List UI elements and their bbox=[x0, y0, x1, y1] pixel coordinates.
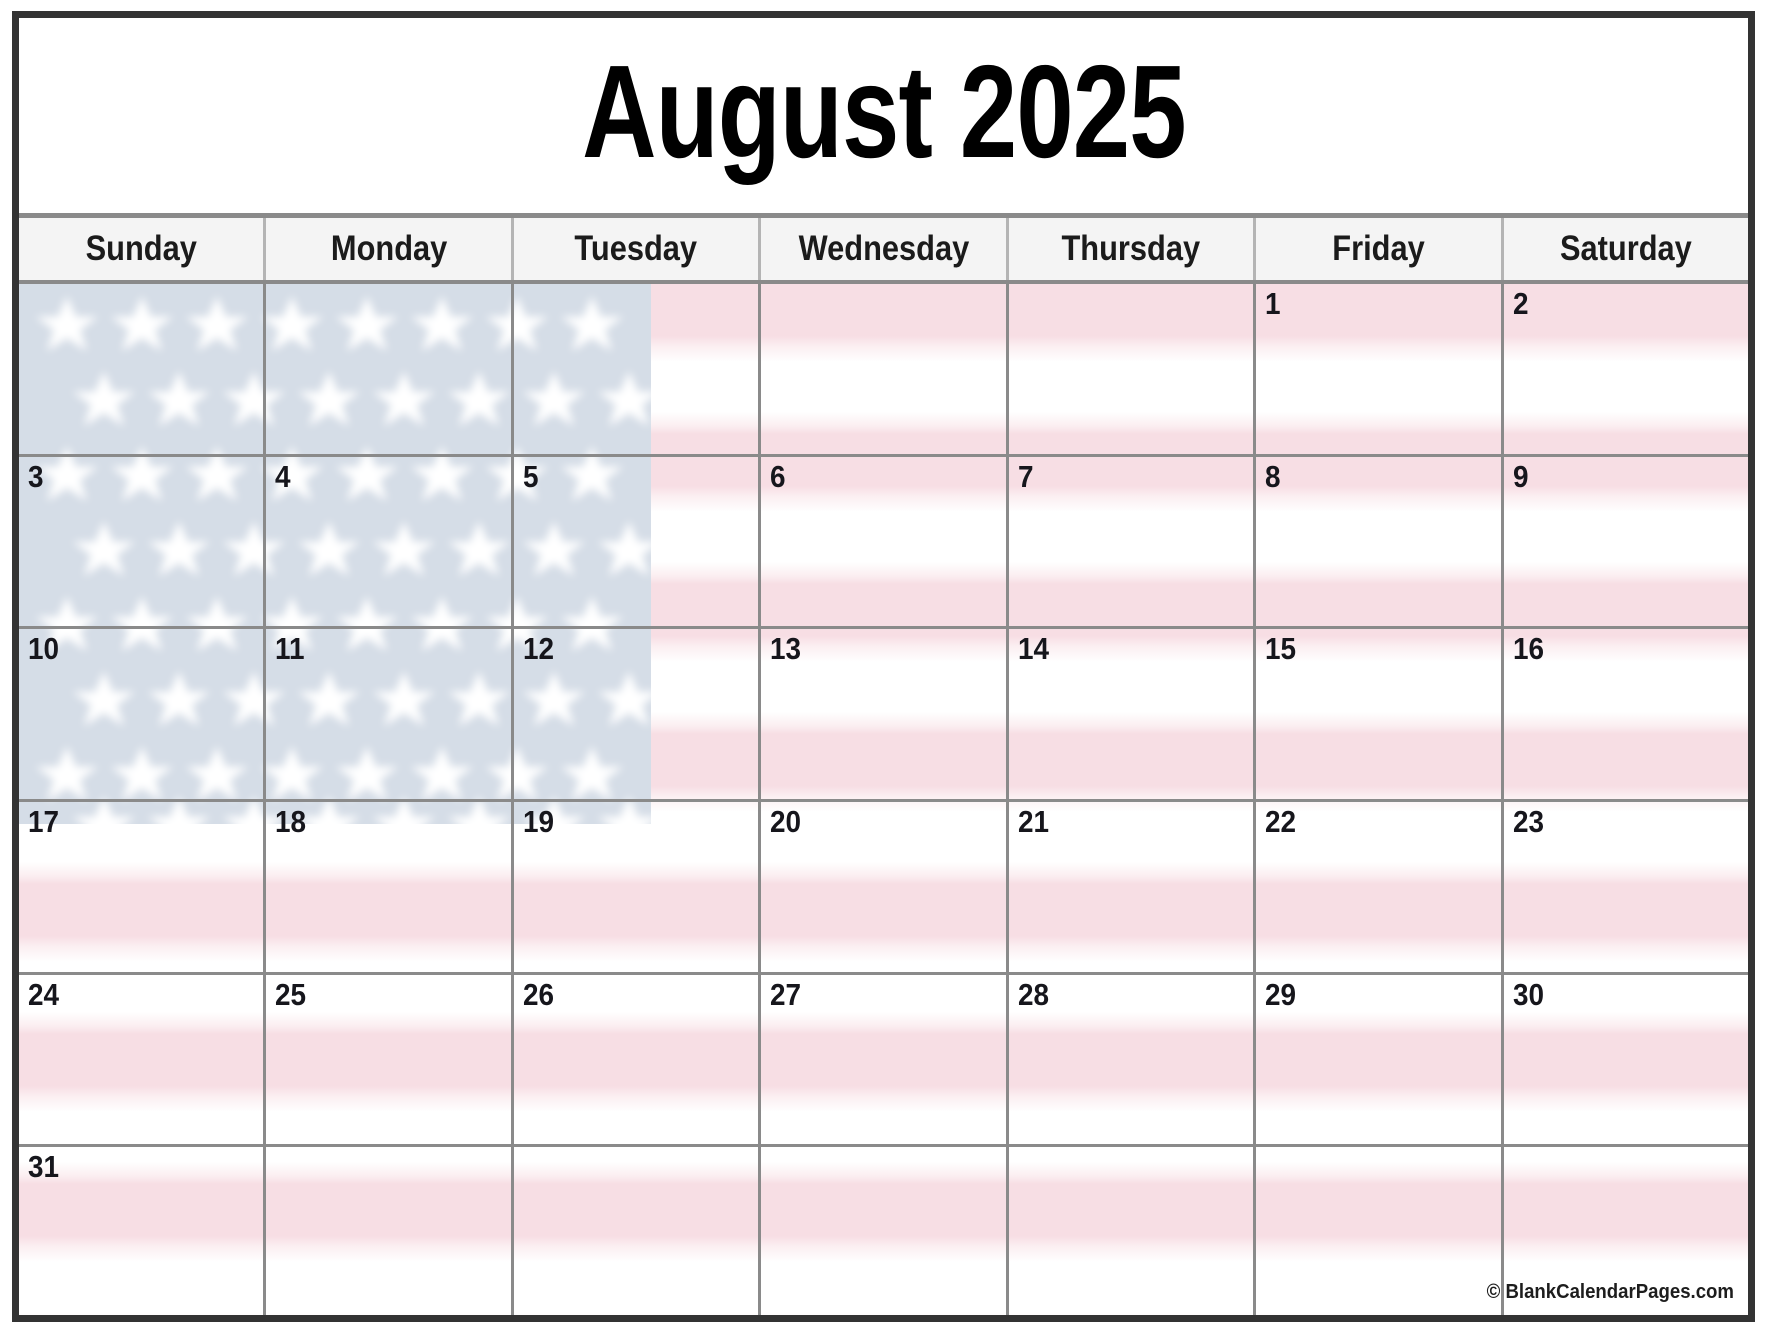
day-cell[interactable]: 24 bbox=[19, 974, 267, 1145]
day-number: 21 bbox=[1017, 804, 1049, 840]
day-number: 23 bbox=[1512, 804, 1544, 840]
day-number: 8 bbox=[1265, 458, 1281, 494]
day-number: 16 bbox=[1512, 631, 1544, 667]
weekday-label: Monday bbox=[330, 229, 447, 268]
day-cell[interactable]: 15 bbox=[1256, 629, 1504, 800]
day-cell[interactable]: 2 bbox=[1504, 284, 1748, 454]
day-cell[interactable] bbox=[514, 284, 762, 454]
day-cell[interactable]: 1 bbox=[1256, 284, 1504, 454]
day-cell[interactable]: 26 bbox=[514, 974, 762, 1145]
day-cell[interactable]: 20 bbox=[761, 802, 1009, 972]
day-cell[interactable] bbox=[1009, 284, 1257, 454]
day-cell[interactable] bbox=[761, 284, 1009, 454]
day-cell[interactable]: 8 bbox=[1256, 456, 1504, 627]
day-number: 3 bbox=[28, 458, 44, 494]
week-row: 3 4 5 6 7 8 9 bbox=[19, 456, 1748, 630]
week-row: 10 11 12 13 14 15 16 bbox=[19, 629, 1748, 803]
weekday-label: Friday bbox=[1332, 229, 1425, 268]
day-cell[interactable]: 6 bbox=[761, 456, 1009, 627]
day-number: 6 bbox=[770, 458, 786, 494]
day-cell[interactable]: 25 bbox=[266, 974, 514, 1145]
day-number: 2 bbox=[1512, 286, 1529, 321]
day-cell[interactable]: 12 bbox=[514, 629, 762, 800]
day-cell[interactable]: 21 bbox=[1009, 802, 1257, 972]
day-cell[interactable]: 18 bbox=[266, 802, 514, 972]
day-cell[interactable] bbox=[19, 284, 267, 454]
day-cell[interactable]: 29 bbox=[1256, 974, 1504, 1145]
page-title: August 2025 bbox=[581, 37, 1186, 185]
day-cell[interactable]: 22 bbox=[1256, 802, 1504, 972]
day-cell[interactable]: 10 bbox=[19, 629, 267, 800]
weekday-header-sunday: Sunday bbox=[19, 218, 267, 280]
weekday-header-wednesday: Wednesday bbox=[761, 218, 1009, 280]
day-number: 1 bbox=[1265, 286, 1281, 321]
day-number: 13 bbox=[770, 631, 802, 667]
day-cell[interactable]: 7 bbox=[1009, 456, 1257, 627]
day-number: 24 bbox=[28, 976, 60, 1012]
day-cell[interactable] bbox=[266, 1147, 514, 1315]
calendar-grid: 1 2 3 4 5 6 7 8 9 10 11 12 13 14 15 16 1… bbox=[19, 284, 1748, 1315]
weekday-label: Wednesday bbox=[798, 229, 969, 268]
calendar-frame: August 2025 Sunday Monday Tuesday Wednes… bbox=[12, 11, 1755, 1322]
day-cell[interactable]: 28 bbox=[1009, 974, 1257, 1145]
day-cell[interactable] bbox=[1256, 1147, 1504, 1315]
day-number: 7 bbox=[1017, 458, 1034, 494]
day-cell[interactable]: 3 bbox=[19, 456, 267, 627]
weekday-header-thursday: Thursday bbox=[1008, 218, 1257, 280]
weekday-header-friday: Friday bbox=[1256, 218, 1504, 280]
day-cell[interactable]: 14 bbox=[1009, 629, 1257, 800]
weekday-label: Thursday bbox=[1061, 229, 1201, 268]
day-number: 30 bbox=[1512, 976, 1544, 1012]
weekday-header-monday: Monday bbox=[266, 218, 514, 280]
day-number: 22 bbox=[1265, 804, 1297, 840]
weekday-label: Sunday bbox=[85, 229, 197, 268]
day-cell[interactable]: 13 bbox=[761, 629, 1009, 800]
week-rows: 1 2 3 4 5 6 7 8 9 10 11 12 13 14 15 16 1… bbox=[19, 284, 1748, 1315]
weekday-header-tuesday: Tuesday bbox=[513, 218, 762, 280]
day-number: 19 bbox=[522, 804, 554, 840]
day-cell[interactable]: 30 bbox=[1504, 975, 1748, 1145]
day-number: 11 bbox=[275, 631, 305, 667]
week-row: 17 18 19 20 21 22 23 bbox=[19, 802, 1748, 975]
day-number: 10 bbox=[28, 631, 60, 667]
day-cell[interactable]: 27 bbox=[761, 974, 1009, 1145]
day-number: 5 bbox=[522, 458, 539, 494]
day-number: 14 bbox=[1017, 631, 1049, 667]
day-cell[interactable] bbox=[266, 284, 514, 454]
day-number: 17 bbox=[28, 804, 60, 840]
day-number: 4 bbox=[275, 458, 291, 494]
day-cell[interactable]: 31 bbox=[19, 1147, 267, 1315]
week-row: 1 2 bbox=[19, 284, 1748, 457]
day-cell[interactable]: 17 bbox=[19, 802, 267, 972]
weekday-header-saturday: Saturday bbox=[1503, 218, 1748, 280]
day-number: 29 bbox=[1265, 976, 1297, 1012]
day-cell[interactable] bbox=[514, 1147, 762, 1315]
week-row: 24 25 26 27 28 29 30 bbox=[19, 974, 1748, 1148]
day-number: 9 bbox=[1512, 458, 1529, 494]
day-cell[interactable] bbox=[1009, 1147, 1257, 1315]
day-number: 20 bbox=[770, 804, 802, 840]
day-number: 15 bbox=[1265, 631, 1297, 667]
day-number: 18 bbox=[275, 804, 307, 840]
weekday-header-row: Sunday Monday Tuesday Wednesday Thursday… bbox=[19, 218, 1748, 284]
day-cell[interactable]: 16 bbox=[1504, 629, 1748, 799]
day-number: 27 bbox=[770, 976, 802, 1012]
day-cell[interactable]: 23 bbox=[1504, 802, 1748, 972]
weekday-label: Tuesday bbox=[574, 229, 698, 268]
day-cell[interactable]: 4 bbox=[266, 456, 514, 627]
day-number: 26 bbox=[522, 976, 554, 1012]
day-number: 28 bbox=[1017, 976, 1049, 1012]
day-number: 12 bbox=[522, 631, 554, 667]
watermark-credit: © BlankCalendarPages.com bbox=[1486, 1281, 1734, 1303]
day-cell[interactable]: 11 bbox=[266, 629, 514, 800]
day-number: 31 bbox=[28, 1149, 60, 1185]
day-number: 25 bbox=[275, 976, 307, 1012]
day-cell[interactable]: 9 bbox=[1504, 457, 1748, 627]
title-band: August 2025 bbox=[19, 18, 1748, 218]
weekday-label: Saturday bbox=[1559, 229, 1692, 268]
day-cell[interactable]: 19 bbox=[514, 802, 762, 972]
day-cell[interactable]: 5 bbox=[514, 456, 762, 627]
day-cell[interactable] bbox=[761, 1147, 1009, 1315]
